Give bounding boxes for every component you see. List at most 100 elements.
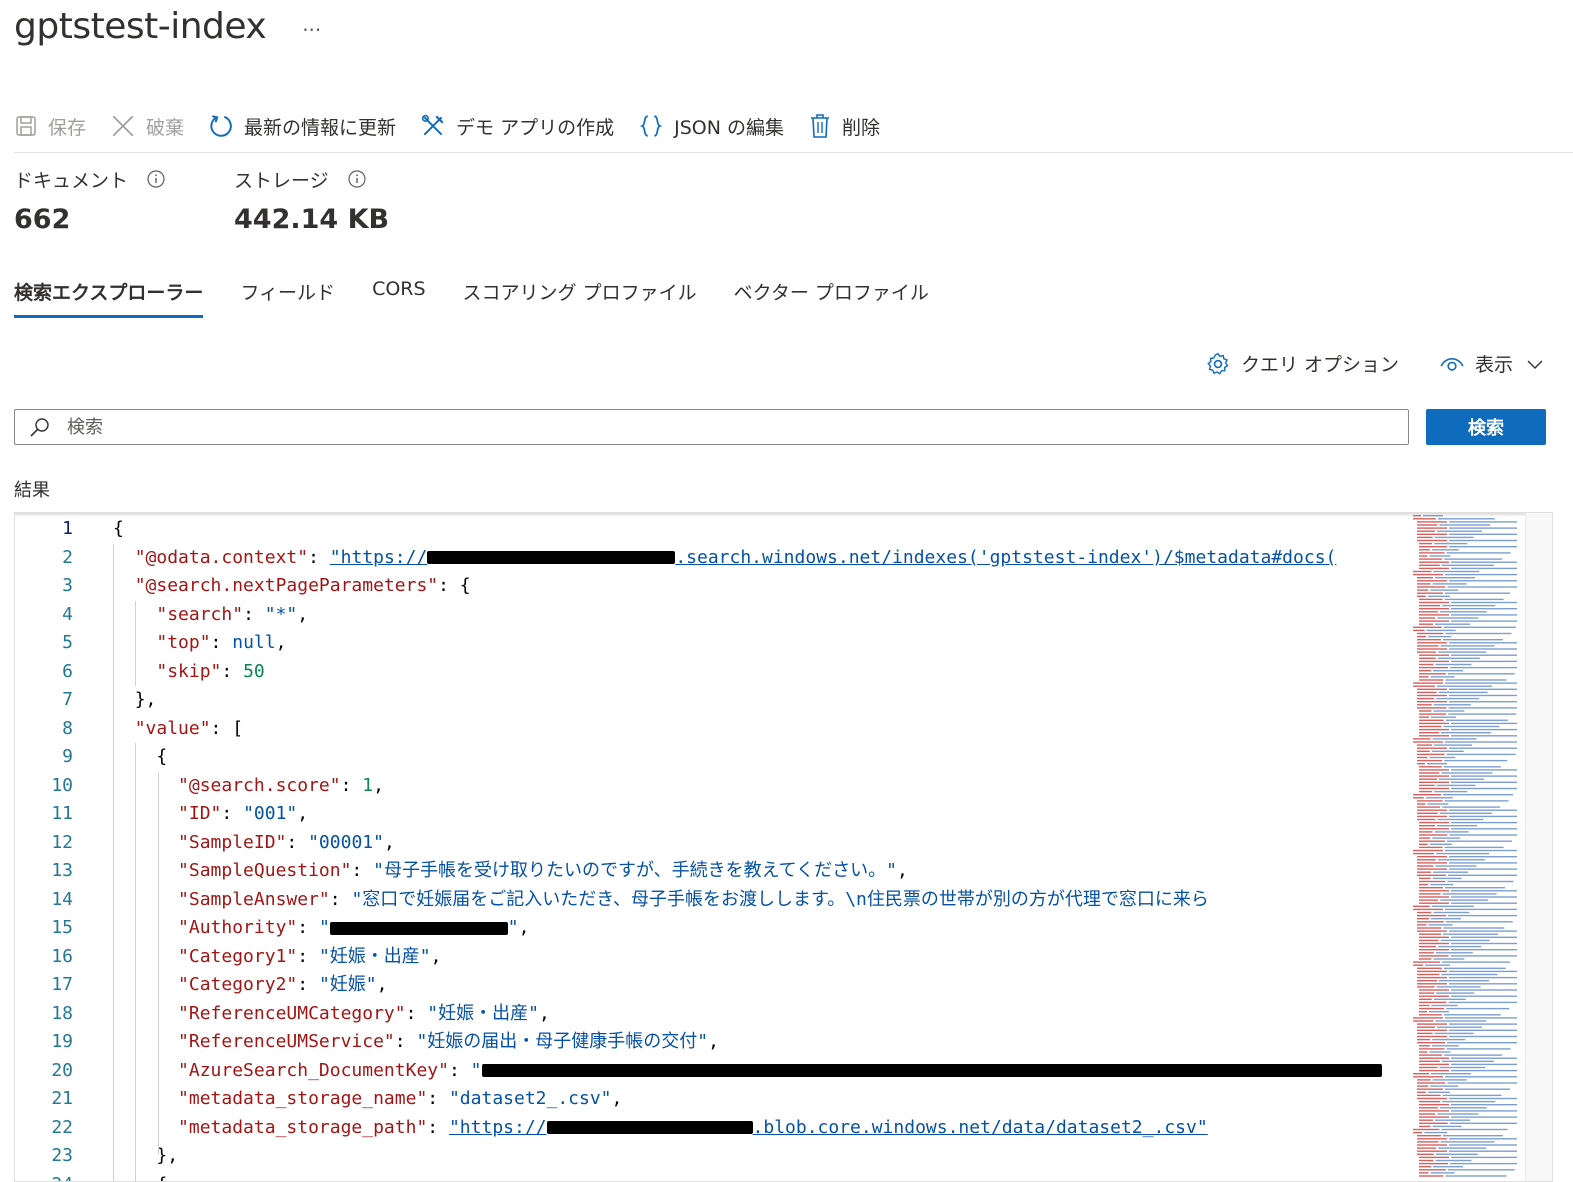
edit-json-button[interactable]: JSON の編集	[638, 113, 784, 140]
minimap-line	[1417, 921, 1444, 922]
minimap-line	[1438, 658, 1480, 659]
minimap-line	[1443, 794, 1513, 795]
minimap-line	[1419, 1107, 1438, 1108]
query-options-label: クエリ オプション	[1241, 350, 1399, 377]
query-options-button[interactable]: クエリ オプション	[1205, 350, 1399, 377]
minimap-line	[1419, 620, 1449, 621]
minimap-line	[1438, 518, 1495, 519]
minimap-line	[1419, 1005, 1429, 1006]
minimap-line	[1451, 620, 1517, 621]
minimap-line	[1450, 667, 1517, 668]
minimap-line	[1449, 707, 1517, 708]
minimap-line	[1417, 1098, 1447, 1099]
minimap-line	[1413, 682, 1443, 683]
minimap-line	[1434, 704, 1471, 705]
minimap-line	[1440, 899, 1488, 900]
save-button[interactable]: 保存	[14, 113, 86, 140]
code-lines: 1{ 2 "@odata.context": "https://.search.…	[15, 515, 1403, 1182]
minimap-line	[1432, 1039, 1465, 1040]
minimap-line	[1419, 1101, 1440, 1102]
minimap-line	[1417, 974, 1439, 975]
minimap-line	[1419, 1008, 1444, 1009]
minimap-line	[1451, 1116, 1517, 1117]
minimap-line	[1419, 822, 1449, 823]
minimap-line	[1449, 521, 1517, 522]
redaction	[427, 551, 675, 564]
search-button[interactable]: 検索	[1426, 409, 1546, 445]
minimap-line	[1419, 1054, 1442, 1055]
minimap-line	[1451, 729, 1517, 730]
minimap-line	[1445, 574, 1517, 575]
minimap-line	[1435, 1033, 1474, 1034]
minimap-line	[1449, 580, 1517, 581]
minimap-line	[1449, 546, 1517, 547]
search-input[interactable]	[65, 416, 1369, 439]
minimap-line	[1419, 772, 1439, 773]
minimap-line	[1413, 1017, 1443, 1018]
view-dropdown[interactable]: 表示	[1439, 350, 1545, 377]
redaction	[482, 1064, 1382, 1077]
save-icon	[14, 114, 38, 138]
line-number: 3	[15, 572, 113, 601]
more-options-button[interactable]: ...	[302, 12, 321, 36]
minimap-line	[1450, 1123, 1517, 1124]
minimap-line	[1451, 1064, 1517, 1065]
vertical-scrollbar[interactable]	[1525, 513, 1552, 1181]
minimap-line	[1417, 1027, 1435, 1028]
tab-vector-profiles[interactable]: ベクター プロファイル	[734, 272, 929, 318]
create-demo-app-button[interactable]: デモ アプリの作成	[420, 113, 614, 140]
delete-button[interactable]: 削除	[808, 113, 880, 140]
minimap-line	[1445, 1089, 1510, 1090]
minimap-line	[1413, 571, 1431, 572]
minimap-line	[1441, 974, 1497, 975]
minimap-line	[1419, 599, 1443, 600]
minimap-line	[1417, 806, 1440, 807]
indent-guide	[135, 743, 136, 1182]
minimap-line	[1451, 1058, 1517, 1059]
minimap-line	[1419, 825, 1435, 826]
toolbar: 保存 破棄 最新の情報に更新 デモ アプリの作成 JSON の編集 削除	[14, 106, 904, 146]
odata-context-link[interactable]: "https://.search.windows.net/indexes('gp…	[330, 547, 1337, 568]
code-line: 9 {	[15, 743, 1403, 772]
minimap-line	[1419, 949, 1449, 950]
minimap-line	[1417, 701, 1447, 702]
minimap-line	[1419, 729, 1449, 730]
minimap-line	[1417, 1147, 1436, 1148]
minimap-line	[1441, 772, 1492, 773]
code-line: 19 "ReferenceUMService": "妊娠の届出・母子健康手帳の交…	[15, 1028, 1403, 1057]
json-results-editor[interactable]: 1{ 2 "@odata.context": "https://.search.…	[14, 512, 1553, 1182]
tab-fields[interactable]: フィールド	[240, 272, 335, 318]
minimap[interactable]	[1411, 513, 1523, 1181]
view-label: 表示	[1475, 350, 1513, 377]
minimap-line	[1433, 1126, 1462, 1127]
minimap-line	[1417, 986, 1435, 987]
minimap-line	[1433, 878, 1462, 879]
minimap-line	[1449, 1036, 1517, 1037]
tab-search-explorer[interactable]: 検索エクスプローラー	[14, 272, 203, 318]
tab-cors[interactable]: CORS	[372, 272, 425, 318]
minimap-line	[1435, 865, 1476, 866]
discard-button[interactable]: 破棄	[110, 113, 184, 140]
minimap-line	[1435, 577, 1475, 578]
info-icon[interactable]	[146, 169, 166, 189]
minimap-line	[1419, 896, 1449, 897]
minimap-line	[1433, 670, 1463, 671]
tab-scoring-profiles[interactable]: スコアリング プロファイル	[463, 272, 697, 318]
storage-path-link[interactable]: "https://.blob.core.windows.net/data/dat…	[449, 1117, 1208, 1138]
minimap-line	[1419, 710, 1431, 711]
minimap-line	[1445, 633, 1511, 634]
code-line: 16 "Category1": "妊娠・出産",	[15, 943, 1403, 972]
save-label: 保存	[48, 113, 86, 140]
minimap-line	[1417, 593, 1443, 594]
minimap-line	[1449, 540, 1517, 541]
minimap-line	[1419, 887, 1443, 888]
info-icon[interactable]	[347, 169, 367, 189]
minimap-line	[1451, 655, 1517, 656]
minimap-line	[1444, 558, 1502, 559]
minimap-line	[1419, 624, 1433, 625]
minimap-line	[1419, 899, 1438, 900]
minimap-line	[1440, 813, 1492, 814]
refresh-button[interactable]: 最新の情報に更新	[208, 113, 396, 140]
minimap-line	[1419, 847, 1443, 848]
minimap-line	[1417, 537, 1433, 538]
